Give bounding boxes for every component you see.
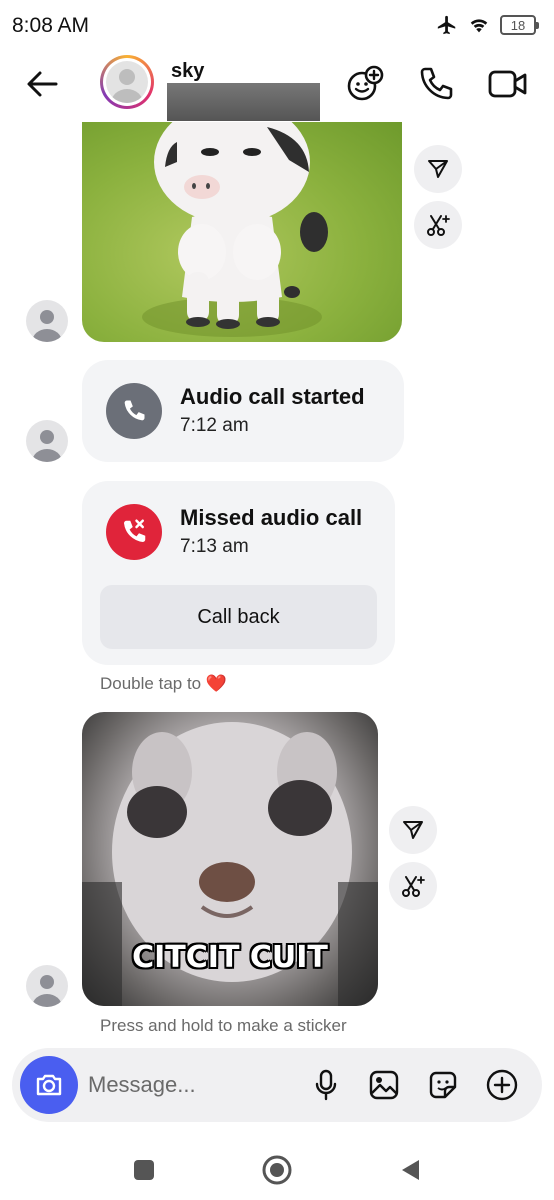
share-button-2[interactable]	[389, 806, 437, 854]
status-icons: 18	[436, 14, 539, 36]
missed-call-icon	[106, 504, 162, 560]
status-bar: 8:08 AM 18	[0, 0, 554, 52]
message-input[interactable]	[88, 1066, 288, 1104]
more-button[interactable]	[482, 1065, 522, 1105]
microphone-icon	[315, 1069, 337, 1101]
status-time: 8:08 AM	[12, 14, 90, 37]
camera-button[interactable]	[20, 1056, 78, 1114]
audio-call-card[interactable]: Audio call started 7:12 am	[82, 360, 404, 462]
double-tap-text: Double tap to	[100, 674, 202, 693]
microphone-button[interactable]	[306, 1065, 346, 1105]
phone-icon[interactable]	[416, 64, 456, 104]
back-arrow-icon[interactable]	[22, 64, 62, 104]
send-icon	[428, 160, 448, 178]
sender-avatar[interactable]	[26, 300, 68, 342]
gallery-button[interactable]	[364, 1065, 404, 1105]
battery-icon: 18	[500, 15, 539, 35]
sticker-hint: Press and hold to make a sticker	[100, 1016, 347, 1035]
recents-button[interactable]	[126, 1152, 162, 1188]
home-button[interactable]	[259, 1152, 295, 1188]
sticker-icon	[429, 1071, 457, 1099]
chat-header: sky	[0, 52, 554, 122]
gallery-icon	[369, 1070, 399, 1100]
contact-name[interactable]: sky	[171, 60, 204, 83]
camera-icon	[36, 1074, 62, 1096]
circle-home-icon	[262, 1155, 292, 1185]
back-nav-button[interactable]	[392, 1152, 428, 1188]
remix-icon	[427, 215, 450, 236]
wifi-icon	[470, 19, 488, 33]
battery-level: 18	[510, 17, 526, 33]
share-button-1[interactable]	[414, 145, 462, 193]
missed-call-title: Missed audio call	[180, 505, 363, 530]
airplane-icon	[437, 15, 456, 35]
video-icon[interactable]	[488, 64, 528, 104]
remix-button-1[interactable]	[414, 201, 462, 249]
call-back-button[interactable]: Call back	[100, 585, 377, 649]
remix-icon	[402, 876, 425, 897]
contact-avatar[interactable]	[100, 55, 154, 109]
add-effect-icon[interactable]	[345, 64, 385, 104]
call-title: Audio call started	[180, 384, 365, 409]
cat-meme-image[interactable]: CITCIT CUIT	[82, 712, 378, 1006]
call-time: 7:12 am	[180, 415, 249, 436]
missed-call-card: Missed audio call 7:13 am Call back	[82, 481, 395, 665]
heart-emoji: ❤️	[205, 674, 228, 693]
sender-avatar[interactable]	[26, 965, 68, 1007]
plus-circle-icon	[486, 1069, 518, 1101]
meme-caption: CITCIT CUIT	[132, 940, 328, 975]
redacted-username	[167, 83, 320, 121]
message-composer	[12, 1048, 542, 1122]
square-icon	[134, 1160, 154, 1180]
sticker-button[interactable]	[423, 1065, 463, 1105]
call-started-icon	[106, 383, 162, 439]
cow-figure-image[interactable]	[82, 122, 402, 342]
triangle-back-icon	[402, 1160, 419, 1180]
system-nav-bar	[0, 1140, 554, 1200]
sender-avatar[interactable]	[26, 420, 68, 462]
double-tap-hint: Double tap to ❤️	[100, 674, 227, 694]
missed-call-time: 7:13 am	[180, 536, 249, 557]
send-icon	[403, 821, 423, 839]
remix-button-2[interactable]	[389, 862, 437, 910]
